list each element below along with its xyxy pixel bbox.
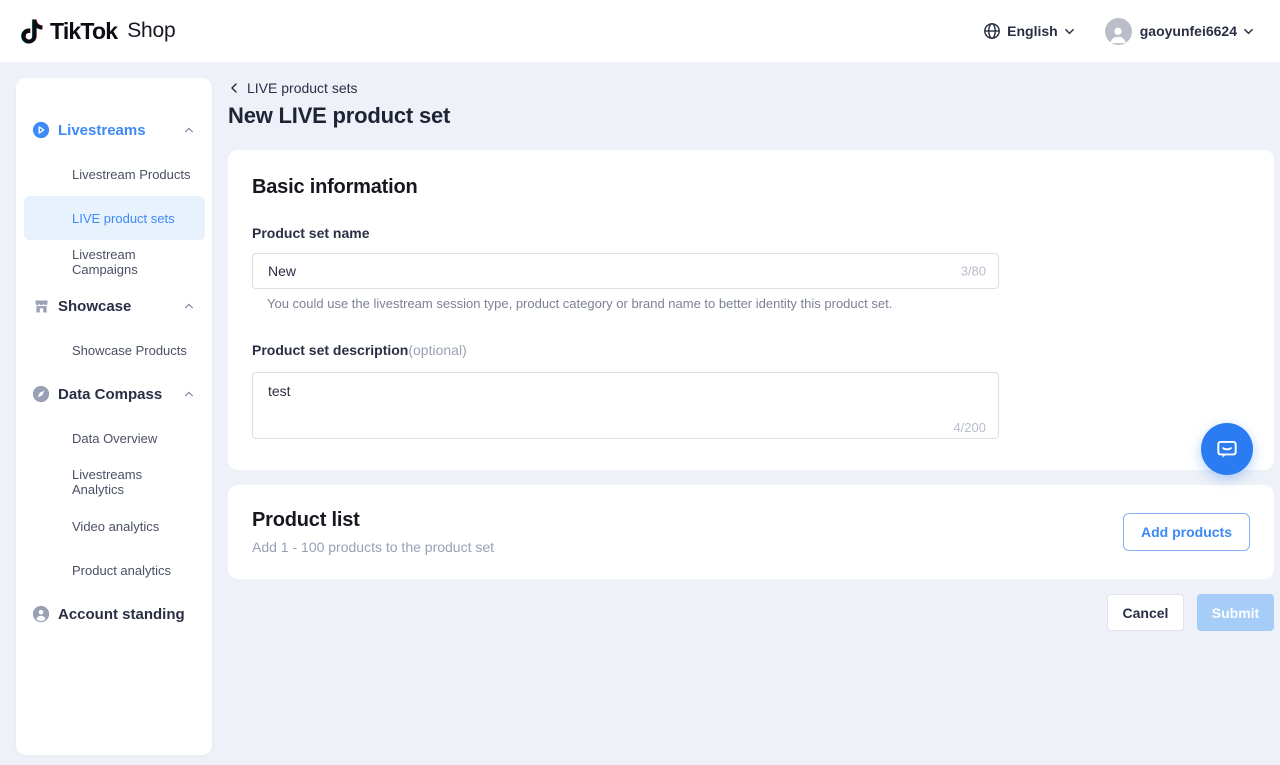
brand-suffix: Shop [127, 19, 175, 43]
name-char-counter: 3/80 [961, 264, 986, 279]
add-products-button[interactable]: Add products [1123, 513, 1250, 551]
chevron-down-icon [1064, 26, 1075, 37]
avatar [1105, 18, 1132, 45]
form-actions: Cancel Submit [228, 594, 1274, 631]
brand-name: TikTok [50, 18, 117, 45]
sidebar: Livestreams Livestream Products LIVE pro… [16, 78, 212, 755]
account-person-icon [32, 605, 50, 623]
tiktok-note-icon [20, 18, 44, 44]
sidebar-section-showcase[interactable]: Showcase [16, 284, 212, 328]
sidebar-section-label: Data Compass [58, 386, 184, 403]
sidebar-item-live-product-sets[interactable]: LIVE product sets [24, 196, 205, 240]
language-label: English [1007, 23, 1058, 39]
globe-icon [983, 22, 1001, 40]
sidebar-item-product-analytics[interactable]: Product analytics [16, 548, 212, 592]
page-title: New LIVE product set [228, 103, 1274, 129]
user-menu[interactable]: gaoyunfei6624 [1105, 18, 1254, 45]
product-set-name-label: Product set name [252, 225, 1250, 241]
compass-icon [32, 385, 50, 403]
product-set-description-input[interactable]: test [252, 372, 999, 439]
product-list-heading: Product list [252, 509, 494, 532]
sidebar-item-video-analytics[interactable]: Video analytics [16, 504, 212, 548]
top-bar: TikTok Shop English gaoyunfei6624 [0, 0, 1280, 62]
name-helper-text: You could use the livestream session typ… [267, 296, 1250, 311]
support-chat-fab[interactable] [1201, 423, 1253, 475]
cancel-button[interactable]: Cancel [1107, 594, 1184, 631]
basic-information-heading: Basic information [252, 176, 1250, 199]
livestream-play-icon [32, 121, 50, 139]
product-list-subtitle: Add 1 - 100 products to the product set [252, 539, 494, 555]
sidebar-section-livestreams[interactable]: Livestreams [16, 108, 212, 152]
breadcrumb-label: LIVE product sets [247, 80, 358, 96]
sidebar-item-livestream-products[interactable]: Livestream Products [16, 152, 212, 196]
product-set-name-input[interactable] [252, 253, 999, 289]
product-set-name-field: 3/80 [252, 253, 999, 289]
chevron-up-icon [184, 301, 194, 311]
main-content: LIVE product sets New LIVE product set B… [212, 62, 1280, 765]
sidebar-section-data-compass[interactable]: Data Compass [16, 372, 212, 416]
product-set-description-field: test 4/200 [252, 372, 999, 444]
description-char-counter: 4/200 [953, 420, 986, 435]
breadcrumb[interactable]: LIVE product sets [228, 80, 1274, 96]
chevron-left-icon [228, 82, 240, 94]
submit-button[interactable]: Submit [1197, 594, 1274, 631]
optional-hint: (optional) [408, 342, 466, 358]
product-list-card: Product list Add 1 - 100 products to the… [228, 485, 1274, 579]
sidebar-section-label: Showcase [58, 298, 184, 315]
sidebar-section-label: Account standing [58, 606, 194, 623]
basic-information-card: Basic information Product set name 3/80 … [228, 150, 1274, 470]
chat-bubble-icon [1214, 436, 1240, 462]
sidebar-section-label: Livestreams [58, 122, 184, 139]
sidebar-section-account-standing[interactable]: Account standing [16, 592, 212, 636]
product-set-description-label: Product set description [252, 342, 408, 358]
chevron-up-icon [184, 389, 194, 399]
chevron-down-icon [1243, 26, 1254, 37]
language-selector[interactable]: English [983, 22, 1075, 40]
tiktok-shop-logo[interactable]: TikTok Shop [20, 18, 175, 45]
sidebar-item-showcase-products[interactable]: Showcase Products [16, 328, 212, 372]
sidebar-item-livestreams-analytics[interactable]: Livestreams Analytics [16, 460, 212, 504]
sidebar-item-data-overview[interactable]: Data Overview [16, 416, 212, 460]
avatar-person-icon [1107, 23, 1129, 45]
chevron-up-icon [184, 125, 194, 135]
user-name: gaoyunfei6624 [1140, 23, 1237, 39]
storefront-icon [32, 297, 50, 315]
sidebar-item-livestream-campaigns[interactable]: Livestream Campaigns [16, 240, 212, 284]
